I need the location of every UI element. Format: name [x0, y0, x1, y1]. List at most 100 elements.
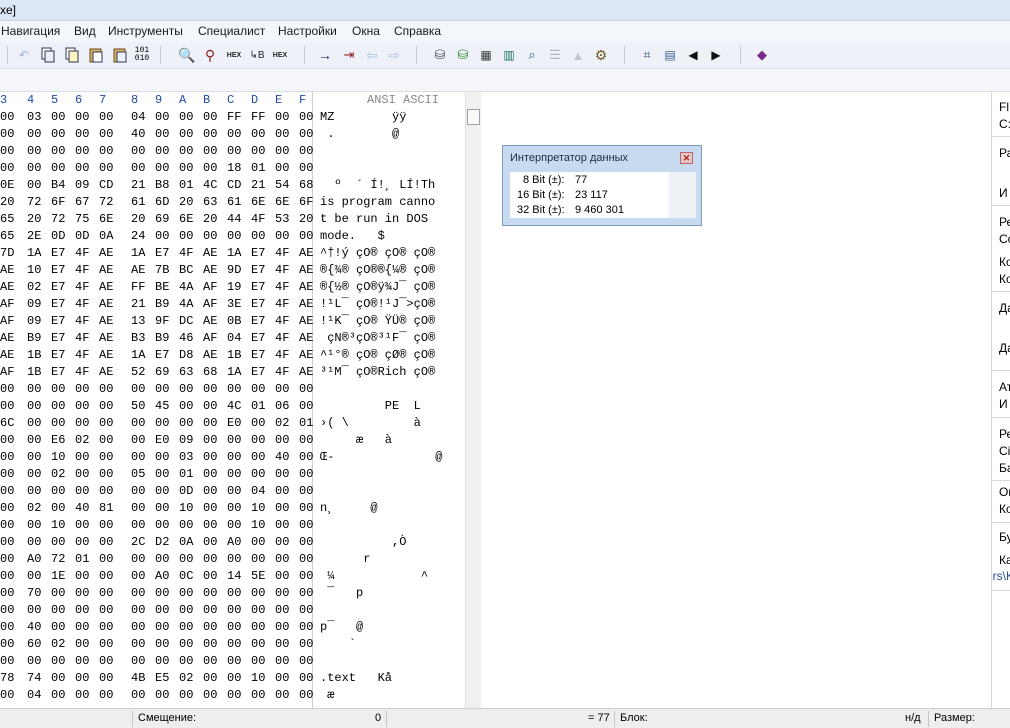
- hex-byte[interactable]: 00: [0, 585, 14, 602]
- hex-byte[interactable]: AE: [99, 313, 113, 330]
- hex-byte[interactable]: E7: [251, 364, 265, 381]
- hex-byte[interactable]: D2: [155, 534, 169, 551]
- hex-byte[interactable]: 00: [299, 670, 313, 687]
- hex-row[interactable]: 00 00 00 00 00 00 00 00 00 00 00 00 00: [0, 143, 313, 160]
- hex-byte[interactable]: 00: [27, 381, 41, 398]
- hex-byte[interactable]: 00: [227, 143, 241, 160]
- hex-byte[interactable]: 00: [51, 670, 65, 687]
- hex-byte[interactable]: 00: [203, 500, 217, 517]
- hex-byte[interactable]: AE: [99, 330, 113, 347]
- hex-byte[interactable]: 00: [131, 636, 145, 653]
- hex-byte[interactable]: 00: [131, 585, 145, 602]
- hex-byte[interactable]: 00: [251, 602, 265, 619]
- hex-byte[interactable]: 00: [155, 381, 169, 398]
- hex-byte[interactable]: 00: [27, 160, 41, 177]
- hex-byte[interactable]: AF: [0, 296, 14, 313]
- hex-byte[interactable]: 02: [179, 670, 193, 687]
- hex-byte[interactable]: 02: [27, 279, 41, 296]
- hex-bytes[interactable]: 00 03 00 00 00 04 00 00 00 FF FF 00 00 00 00 00 00 00 40 00…: [0, 109, 313, 704]
- hex-byte[interactable]: 00: [227, 619, 241, 636]
- hex-byte[interactable]: 4F: [75, 279, 89, 296]
- magnifier-icon[interactable]: ⌕: [522, 45, 542, 65]
- hex-byte[interactable]: 00: [275, 500, 289, 517]
- hex-byte[interactable]: FF: [227, 109, 241, 126]
- ansi-row[interactable]: t be run in DOS: [320, 211, 460, 228]
- hex-byte[interactable]: 69: [155, 364, 169, 381]
- ansi-row[interactable]: æ à: [320, 432, 460, 449]
- interp-value-8bit[interactable]: 77: [575, 174, 587, 186]
- hex-byte[interactable]: 40: [131, 126, 145, 143]
- ansi-row[interactable]: ¼ ^: [320, 568, 460, 585]
- hex-byte[interactable]: 00: [251, 432, 265, 449]
- hex-byte[interactable]: 00: [51, 160, 65, 177]
- hex-byte[interactable]: 00: [0, 619, 14, 636]
- hex-row[interactable]: 00 00 00 00 00 00 00 00 00 00 00 00 00: [0, 653, 313, 670]
- ram-icon[interactable]: ▦: [476, 45, 496, 65]
- ansi-row[interactable]: ®{½® çO®ÿ¾J¯ çO®: [320, 279, 460, 296]
- hex-byte[interactable]: 4F: [251, 211, 265, 228]
- disk-icon[interactable]: ⛁: [430, 45, 450, 65]
- hex-byte[interactable]: 00: [155, 687, 169, 704]
- hex-byte[interactable]: 00: [299, 551, 313, 568]
- disk-grey-icon[interactable]: ▲: [568, 45, 588, 65]
- hex-byte[interactable]: BC: [179, 262, 193, 279]
- hex-byte[interactable]: 00: [227, 126, 241, 143]
- hex-byte[interactable]: E7: [51, 296, 65, 313]
- hex-byte[interactable]: 18: [227, 160, 241, 177]
- hex-byte[interactable]: 00: [75, 160, 89, 177]
- hex-byte[interactable]: 00: [75, 653, 89, 670]
- hex-byte[interactable]: 00: [27, 602, 41, 619]
- hex-byte[interactable]: B9: [155, 330, 169, 347]
- hex-byte[interactable]: 00: [299, 432, 313, 449]
- hex-byte[interactable]: 4C: [227, 398, 241, 415]
- hex-row[interactable]: 00 00 00 00 00 40 00 00 00 00 00 00 00: [0, 126, 313, 143]
- hex-byte[interactable]: 00: [99, 432, 113, 449]
- hex-byte[interactable]: 00: [99, 585, 113, 602]
- hex-byte[interactable]: 00: [203, 602, 217, 619]
- hex-byte[interactable]: A0: [155, 568, 169, 585]
- hex-byte[interactable]: E7: [251, 330, 265, 347]
- hex-byte[interactable]: 00: [299, 398, 313, 415]
- hex-byte[interactable]: 4A: [179, 279, 193, 296]
- hex-byte[interactable]: 00: [251, 143, 265, 160]
- hex-byte[interactable]: 00: [275, 143, 289, 160]
- copy-icon[interactable]: [38, 45, 58, 65]
- hex-byte[interactable]: 00: [27, 177, 41, 194]
- hex-row[interactable]: AF 09 E7 4F AE 21 B9 4A AF 3E E7 4F AE: [0, 296, 313, 313]
- hex-byte[interactable]: 00: [299, 466, 313, 483]
- hex-byte[interactable]: 00: [179, 687, 193, 704]
- hex-byte[interactable]: E7: [51, 330, 65, 347]
- hex-byte[interactable]: 1A: [227, 364, 241, 381]
- hex-byte[interactable]: 00: [51, 109, 65, 126]
- hex-byte[interactable]: 09: [27, 296, 41, 313]
- hex-byte[interactable]: AE: [99, 279, 113, 296]
- scrollbar-thumb[interactable]: [467, 109, 480, 125]
- hex-byte[interactable]: 00: [227, 636, 241, 653]
- menu-tools[interactable]: Инструменты: [108, 24, 183, 38]
- hex-byte[interactable]: 6F: [51, 194, 65, 211]
- hex-byte[interactable]: 00: [99, 687, 113, 704]
- hex-row[interactable]: 00 00 00 00 00 00 00 00 00 00 00 00 00: [0, 602, 313, 619]
- hex-byte[interactable]: 00: [155, 636, 169, 653]
- ansi-row[interactable]: mode. $: [320, 228, 460, 245]
- hex-byte[interactable]: 00: [75, 381, 89, 398]
- ansi-row[interactable]: r: [320, 551, 460, 568]
- ansi-row[interactable]: . @: [320, 126, 460, 143]
- hex-row[interactable]: 00 04 00 00 00 00 00 00 00 00 00 00 00: [0, 687, 313, 704]
- toggle-icon[interactable]: ▤: [660, 45, 680, 65]
- hex-byte[interactable]: 00: [0, 653, 14, 670]
- hex-row[interactable]: 00 00 10 00 00 00 00 00 00 00 10 00 00: [0, 517, 313, 534]
- hex-byte[interactable]: CD: [227, 177, 241, 194]
- vertical-scrollbar[interactable]: [465, 92, 481, 708]
- hex-byte[interactable]: 9D: [227, 262, 241, 279]
- hex-byte[interactable]: 69: [155, 211, 169, 228]
- hex-byte[interactable]: 1B: [27, 364, 41, 381]
- hex-byte[interactable]: 03: [27, 109, 41, 126]
- hex-byte[interactable]: 00: [99, 109, 113, 126]
- hex-byte[interactable]: 00: [203, 636, 217, 653]
- hex-byte[interactable]: 00: [179, 653, 193, 670]
- hex-byte[interactable]: 00: [275, 228, 289, 245]
- hex-byte[interactable]: AE: [299, 347, 313, 364]
- hex-byte[interactable]: 00: [131, 483, 145, 500]
- hex-byte[interactable]: 4C: [203, 177, 217, 194]
